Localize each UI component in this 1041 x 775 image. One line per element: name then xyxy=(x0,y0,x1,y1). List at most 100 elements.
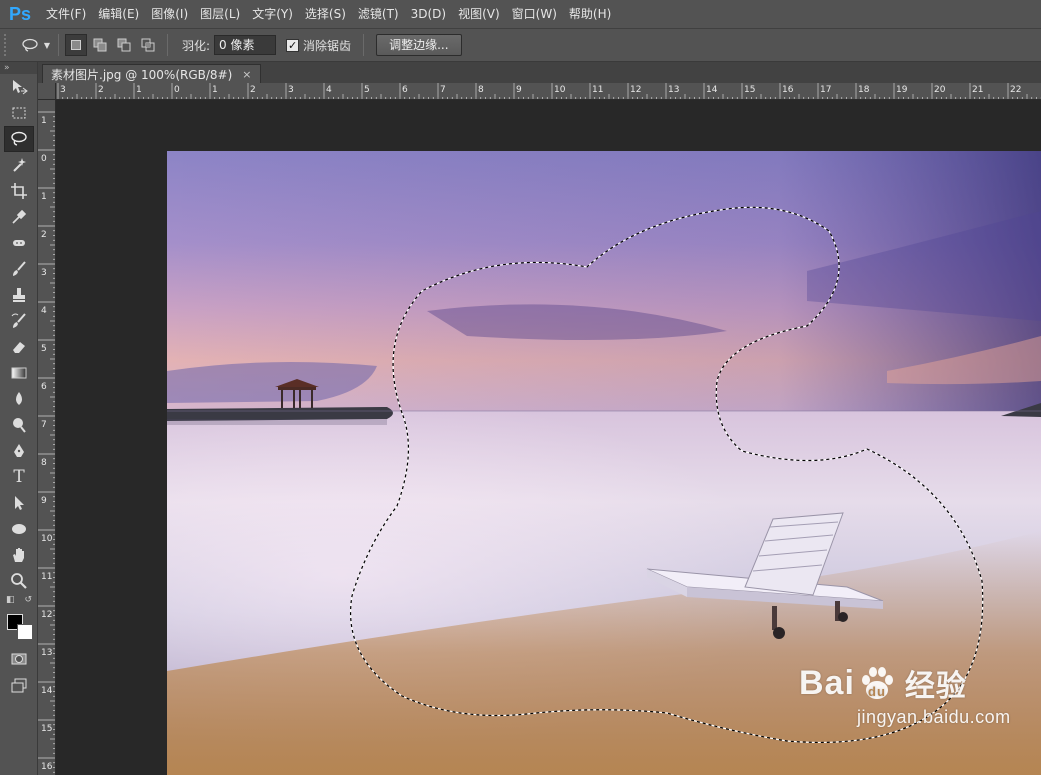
menu-item[interactable]: 帮助(H) xyxy=(563,0,617,28)
menu-item[interactable]: 文件(F) xyxy=(40,0,92,28)
hand-icon[interactable] xyxy=(4,542,34,568)
new-selection-icon xyxy=(71,40,81,50)
ruler-label: 1 xyxy=(41,116,47,126)
ruler-label: 16 xyxy=(782,85,794,95)
blur-icon[interactable] xyxy=(4,386,34,412)
quick-mask-icon[interactable] xyxy=(4,646,34,672)
ruler-origin[interactable] xyxy=(38,83,56,100)
ruler-label: 11 xyxy=(592,85,603,95)
ruler-label: 6 xyxy=(402,85,408,95)
ruler-label: 4 xyxy=(41,306,47,316)
subtract-selection-icon xyxy=(117,38,131,52)
menu-item[interactable]: 滤镜(T) xyxy=(352,0,405,28)
menu-item[interactable]: 选择(S) xyxy=(299,0,352,28)
swap-colors-icon[interactable]: ↺ xyxy=(25,595,33,605)
feather-input[interactable]: 0 像素 xyxy=(214,35,277,55)
eyedropper-icon[interactable] xyxy=(4,204,34,230)
lasso-icon[interactable] xyxy=(4,126,34,152)
document-tab-title: 素材图片.jpg @ 100%(RGB/8#) xyxy=(51,67,233,82)
swap-colors-row: ◧ ↺ xyxy=(6,594,37,606)
ellipse-shape-icon[interactable] xyxy=(4,516,34,542)
ruler-label: 14 xyxy=(41,686,53,696)
document-tab-bar: 素材图片.jpg @ 100%(RGB/8#) × xyxy=(38,62,1041,83)
ruler-label: 2 xyxy=(250,85,256,95)
svg-text:du: du xyxy=(868,684,886,699)
type-icon[interactable]: T xyxy=(4,464,34,490)
gradient-icon[interactable] xyxy=(4,360,34,386)
menu-item[interactable]: 图像(I) xyxy=(145,0,194,28)
clone-stamp-icon[interactable] xyxy=(4,282,34,308)
eraser-icon[interactable] xyxy=(4,334,34,360)
feather-label: 羽化: xyxy=(182,38,211,53)
brush-icon[interactable] xyxy=(4,256,34,282)
screen-mode-icon[interactable] xyxy=(4,672,34,698)
document-tab[interactable]: 素材图片.jpg @ 100%(RGB/8#) × xyxy=(42,64,261,83)
watermark-bai: Bai xyxy=(799,663,855,702)
default-colors-icon[interactable]: ◧ xyxy=(6,595,15,605)
ruler-label: 2 xyxy=(41,230,47,240)
move-icon[interactable] xyxy=(4,74,34,100)
ruler-label: 16 xyxy=(41,762,53,772)
menu-item[interactable]: 窗口(W) xyxy=(506,0,563,28)
zoom-icon[interactable] xyxy=(4,568,34,594)
ruler-label: 14 xyxy=(706,85,718,95)
separator xyxy=(167,34,168,56)
toolbox: » T ◧ ↺ xyxy=(0,62,38,775)
ruler-label: 22 xyxy=(1010,85,1021,95)
dodge-icon[interactable] xyxy=(4,412,34,438)
add-to-selection-button[interactable] xyxy=(89,34,111,56)
canvas-area[interactable]: Bai du 经验 jingyan.baidu.com xyxy=(57,101,1041,775)
crop-icon[interactable] xyxy=(4,178,34,204)
close-icon[interactable]: × xyxy=(242,68,251,81)
refine-edge-button[interactable]: 调整边缘... xyxy=(376,34,462,56)
ruler-label: 8 xyxy=(41,458,47,468)
ruler-label: 21 xyxy=(972,85,983,95)
pen-icon[interactable] xyxy=(4,438,34,464)
antialias-label: 消除锯齿 xyxy=(303,38,352,53)
ruler-label: 2 xyxy=(98,85,104,95)
horizontal-ruler[interactable]: 3 2 1 0 1 2 3 4 5 6 7 8 9 10 11 12 13 14 15 16 17 18 19 20 21 22 xyxy=(56,83,1041,100)
ruler-label: 6 xyxy=(41,382,47,392)
ruler-label: 7 xyxy=(440,85,446,95)
intersect-selection-button[interactable] xyxy=(137,34,159,56)
background-color-swatch[interactable] xyxy=(17,624,33,640)
intersect-selection-icon xyxy=(141,38,155,52)
ruler-label: 0 xyxy=(174,85,180,95)
add-selection-icon xyxy=(93,38,107,52)
vertical-ruler[interactable]: 1 0 1 2 3 4 5 6 7 8 9 10 11 12 13 14 15 16 xyxy=(38,100,56,775)
lasso-preset-icon[interactable] xyxy=(20,34,42,56)
ruler-label: 9 xyxy=(516,85,522,95)
menu-item[interactable]: 文字(Y) xyxy=(246,0,299,28)
new-selection-button[interactable] xyxy=(65,34,87,56)
menu-item[interactable]: 编辑(E) xyxy=(92,0,145,28)
marquee-icon[interactable] xyxy=(4,100,34,126)
ruler-label: 12 xyxy=(41,610,52,620)
menu-item[interactable]: 3D(D) xyxy=(405,0,452,28)
ruler-label: 1 xyxy=(41,192,47,202)
toolbox-collapse-icon[interactable]: » xyxy=(0,62,37,74)
ruler-label: 4 xyxy=(326,85,332,95)
ruler-label: 13 xyxy=(668,85,679,95)
subtract-from-selection-button[interactable] xyxy=(113,34,135,56)
ruler-label: 10 xyxy=(554,85,566,95)
ruler-label: 13 xyxy=(41,648,52,658)
options-bar-grip[interactable] xyxy=(4,34,10,56)
ruler-label: 10 xyxy=(41,534,53,544)
menu-item[interactable]: 图层(L) xyxy=(194,0,246,28)
ruler-label: 11 xyxy=(41,572,52,582)
path-selection-icon[interactable] xyxy=(4,490,34,516)
ruler-label: 1 xyxy=(212,85,218,95)
ruler-label: 19 xyxy=(896,85,908,95)
separator xyxy=(58,34,59,56)
ruler-label: 15 xyxy=(744,85,755,95)
ruler-label: 5 xyxy=(364,85,370,95)
watermark-jingyan: 经验 xyxy=(904,670,967,703)
ruler-label: 8 xyxy=(478,85,484,95)
magic-wand-icon[interactable] xyxy=(4,152,34,178)
healing-brush-icon[interactable] xyxy=(4,230,34,256)
menu-item[interactable]: 视图(V) xyxy=(452,0,506,28)
preset-dropdown-icon[interactable]: ▼ xyxy=(42,34,52,56)
antialias-checkbox[interactable]: ✓ xyxy=(286,38,300,52)
history-brush-icon[interactable] xyxy=(4,308,34,334)
watermark-url: jingyan.baidu.com xyxy=(857,707,1011,727)
